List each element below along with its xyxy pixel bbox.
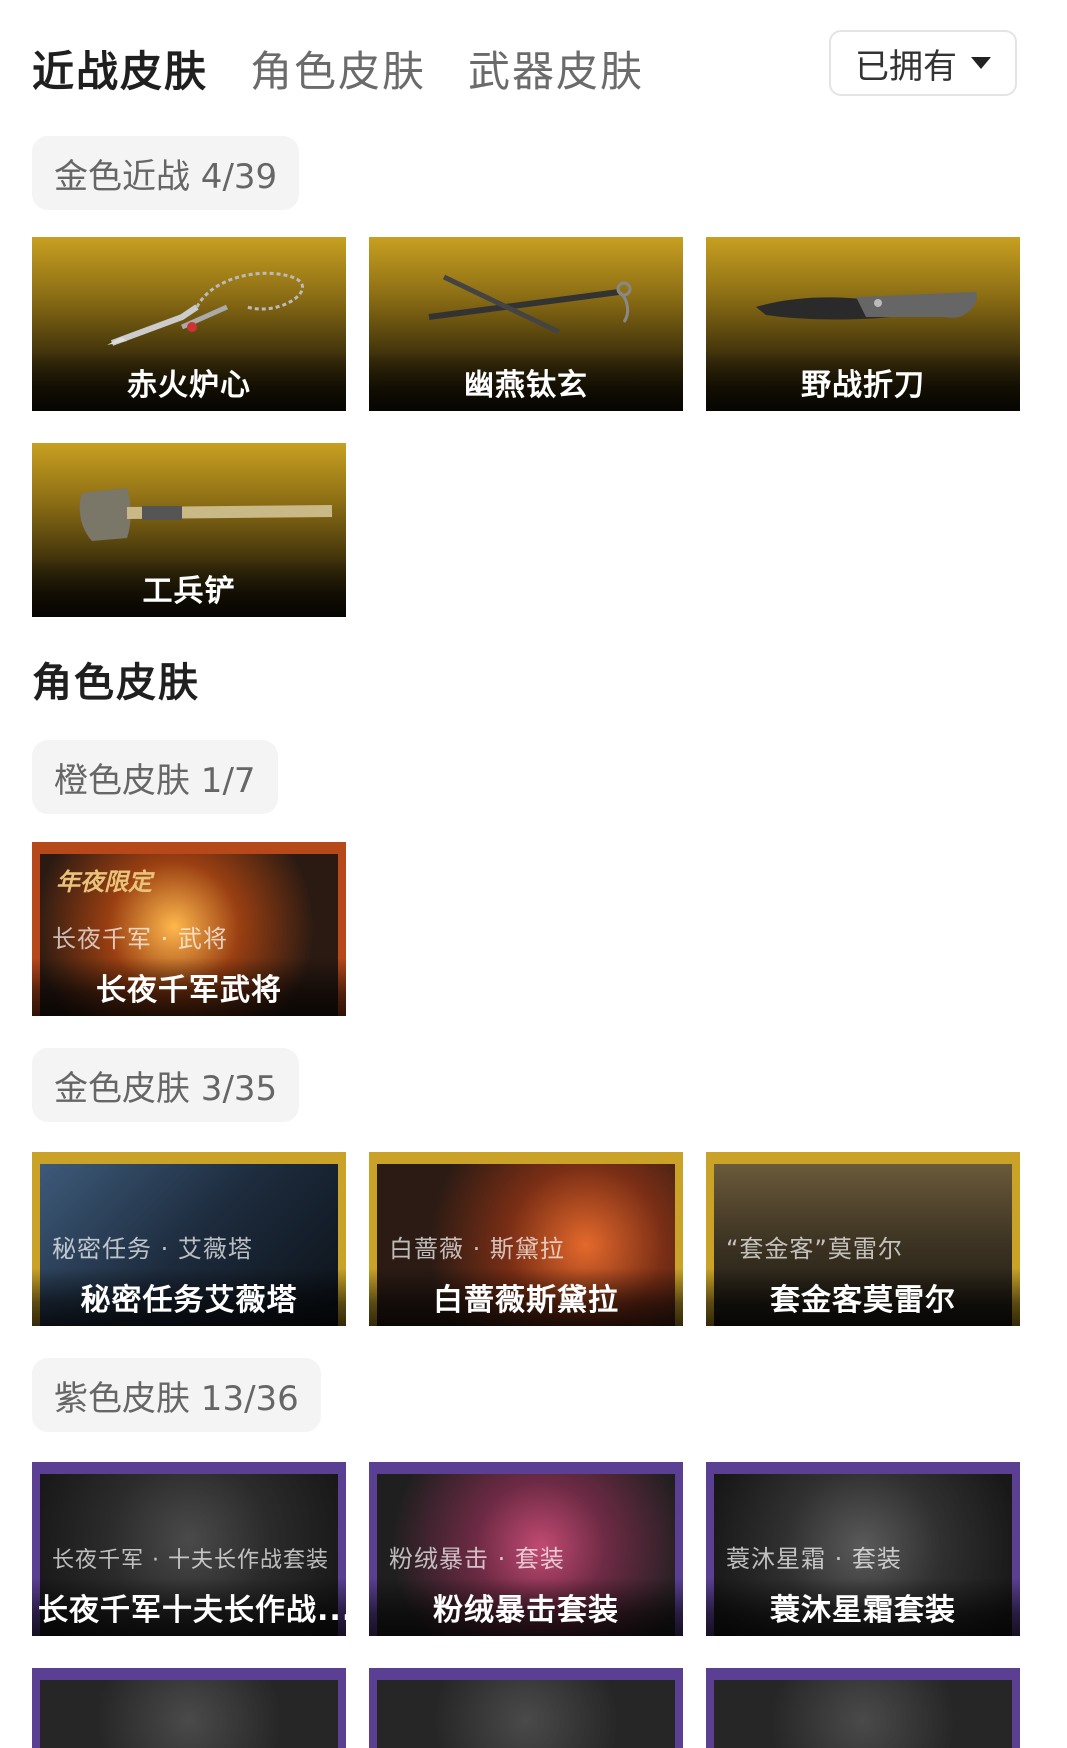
category-chip-purple: 紫色皮肤 13/36 bbox=[32, 1358, 321, 1432]
skin-sublabel: 白蔷薇 · 斯黛拉 bbox=[389, 1235, 565, 1263]
tab-character-skins[interactable]: 角色皮肤 bbox=[250, 38, 426, 99]
limited-badge: 年夜限定 bbox=[56, 868, 152, 896]
top-bar: 近战皮肤 角色皮肤 武器皮肤 已拥有 bbox=[0, 0, 1067, 120]
skin-sublabel: 粉绒暴击 · 套装 bbox=[389, 1545, 565, 1573]
section-title-character-skins: 角色皮肤 bbox=[32, 660, 200, 706]
category-chip-orange: 橙色皮肤 1/7 bbox=[32, 740, 278, 814]
skin-card[interactable]: 长夜千军 · 十夫长作战套装 长夜千军十夫长作战... bbox=[32, 1462, 346, 1636]
category-chip-gold-melee: 金色近战 4/39 bbox=[32, 136, 300, 210]
skin-name: 白蔷薇斯黛拉 bbox=[369, 1268, 683, 1326]
skin-name: 赤火炉心 bbox=[32, 353, 346, 411]
skin-sublabel: 长夜千军 · 武将 bbox=[52, 925, 228, 953]
skin-card[interactable] bbox=[369, 1668, 683, 1748]
owned-filter-dropdown[interactable]: 已拥有 bbox=[829, 30, 1017, 96]
chevron-down-icon bbox=[971, 57, 991, 69]
category-chip-gold: 金色皮肤 3/35 bbox=[32, 1048, 300, 1122]
chip-label: 金色皮肤 3/35 bbox=[54, 1068, 278, 1109]
skin-name: 蓑沐星霜套装 bbox=[706, 1578, 1020, 1636]
skin-name: 工兵铲 bbox=[32, 559, 346, 617]
chip-label: 金色近战 4/39 bbox=[54, 156, 278, 197]
skin-card[interactable] bbox=[32, 1668, 346, 1748]
skin-name: 长夜千军十夫长作战... bbox=[32, 1578, 346, 1636]
skin-card[interactable]: 年夜限定 长夜千军 · 武将 长夜千军武将 bbox=[32, 842, 346, 1016]
skin-card[interactable]: 赤火炉心 bbox=[32, 237, 346, 411]
skin-card[interactable] bbox=[706, 1668, 1020, 1748]
skin-sublabel: “套金客”莫雷尔 bbox=[726, 1235, 903, 1263]
skin-name: 秘密任务艾薇塔 bbox=[32, 1268, 346, 1326]
skin-card[interactable]: “套金客”莫雷尔 套金客莫雷尔 bbox=[706, 1152, 1020, 1326]
character-portrait bbox=[40, 1680, 338, 1748]
skin-name: 幽燕钛玄 bbox=[369, 353, 683, 411]
skin-card[interactable]: 秘密任务 · 艾薇塔 秘密任务艾薇塔 bbox=[32, 1152, 346, 1326]
skin-card[interactable]: 蓑沐星霜 · 套装 蓑沐星霜套装 bbox=[706, 1462, 1020, 1636]
chip-label: 橙色皮肤 1/7 bbox=[54, 760, 256, 801]
skin-name: 野战折刀 bbox=[706, 353, 1020, 411]
skin-card[interactable]: 野战折刀 bbox=[706, 237, 1020, 411]
character-portrait bbox=[377, 1680, 675, 1748]
skin-card[interactable]: 工兵铲 bbox=[32, 443, 346, 617]
owned-filter-label: 已拥有 bbox=[855, 46, 957, 87]
skin-name: 套金客莫雷尔 bbox=[706, 1268, 1020, 1326]
tab-weapon-skins[interactable]: 武器皮肤 bbox=[468, 38, 644, 99]
tab-melee-skins[interactable]: 近战皮肤 bbox=[32, 38, 208, 99]
skin-sublabel: 秘密任务 · 艾薇塔 bbox=[52, 1235, 253, 1263]
chip-label: 紫色皮肤 13/36 bbox=[54, 1378, 299, 1419]
skin-sublabel: 蓑沐星霜 · 套装 bbox=[726, 1545, 902, 1573]
skin-card[interactable]: 幽燕钛玄 bbox=[369, 237, 683, 411]
skin-card[interactable]: 白蔷薇 · 斯黛拉 白蔷薇斯黛拉 bbox=[369, 1152, 683, 1326]
skin-name: 长夜千军武将 bbox=[32, 958, 346, 1016]
skin-card[interactable]: 粉绒暴击 · 套装 粉绒暴击套装 bbox=[369, 1462, 683, 1636]
skin-sublabel: 长夜千军 · 十夫长作战套装 bbox=[52, 1548, 329, 1573]
skin-name: 粉绒暴击套装 bbox=[369, 1578, 683, 1636]
character-portrait bbox=[714, 1680, 1012, 1748]
